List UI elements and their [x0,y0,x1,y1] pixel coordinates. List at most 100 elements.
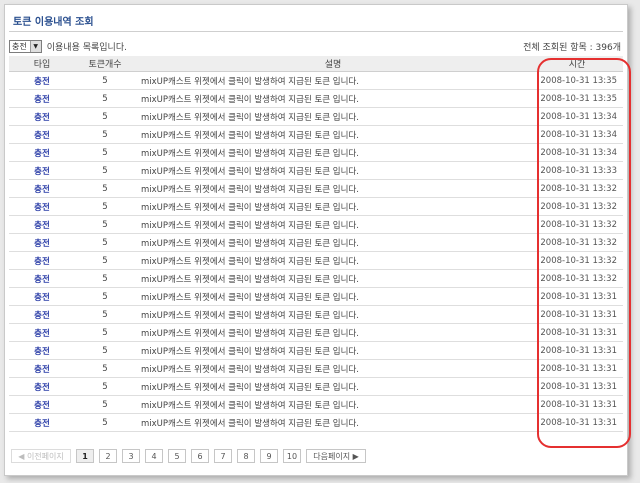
time-cell: 2008-10-31 13:31 [531,413,623,432]
type-cell[interactable]: 충전 [9,395,75,414]
time-cell: 2008-10-31 13:32 [531,251,623,270]
chevron-down-icon[interactable]: ▼ [29,40,41,52]
type-cell[interactable]: 충전 [9,71,75,90]
time-cell: 2008-10-31 13:31 [531,341,623,360]
table-row: 충전 5 mixUP캐스트 위젯에서 클릭이 발생하여 지급된 토큰 입니다. 200… [9,233,623,252]
type-cell[interactable]: 충전 [9,413,75,432]
table-row: 충전 5 mixUP캐스트 위젯에서 클릭이 발생하여 지급된 토큰 입니다. 200… [9,71,623,90]
type-cell[interactable]: 충전 [9,359,75,378]
table-body: 충전 5 mixUP캐스트 위젯에서 클릭이 발생하여 지급된 토큰 입니다. 200… [9,71,623,432]
description-cell: mixUP캐스트 위젯에서 클릭이 발생하여 지급된 토큰 입니다. [135,359,531,378]
description-cell: mixUP캐스트 위젯에서 클릭이 발생하여 지급된 토큰 입니다. [135,107,531,126]
count-cell: 5 [75,359,135,378]
table-row: 충전 5 mixUP캐스트 위젯에서 클릭이 발생하여 지급된 토큰 입니다. 200… [9,377,623,396]
prev-page-button[interactable]: ◀ 이전페이지 [11,449,71,463]
count-cell: 5 [75,269,135,288]
count-cell: 5 [75,215,135,234]
time-cell: 2008-10-31 13:34 [531,125,623,144]
type-cell[interactable]: 충전 [9,89,75,108]
type-cell[interactable]: 충전 [9,323,75,342]
time-cell: 2008-10-31 13:31 [531,359,623,378]
page-button-9[interactable]: 9 [260,449,278,463]
type-cell[interactable]: 충전 [9,107,75,126]
description-cell: mixUP캐스트 위젯에서 클릭이 발생하여 지급된 토큰 입니다. [135,413,531,432]
time-cell: 2008-10-31 13:33 [531,161,623,180]
page-button-3[interactable]: 3 [122,449,140,463]
count-cell: 5 [75,341,135,360]
filter-row: 충전 ▼ 이용내용 목록입니다. [9,39,127,53]
table-row: 충전 5 mixUP캐스트 위젯에서 클릭이 발생하여 지급된 토큰 입니다. 200… [9,269,623,288]
table-row: 충전 5 mixUP캐스트 위젯에서 클릭이 발생하여 지급된 토큰 입니다. 200… [9,305,623,324]
table-row: 충전 5 mixUP캐스트 위젯에서 클릭이 발생하여 지급된 토큰 입니다. 200… [9,215,623,234]
time-cell: 2008-10-31 13:32 [531,215,623,234]
column-header-description: 설명 [135,56,531,72]
type-filter-select[interactable]: 충전 ▼ [9,39,42,53]
description-cell: mixUP캐스트 위젯에서 클릭이 발생하여 지급된 토큰 입니다. [135,161,531,180]
time-cell: 2008-10-31 13:32 [531,179,623,198]
time-cell: 2008-10-31 13:32 [531,269,623,288]
table-header-row: 타입 토큰개수 설명 시간 [9,56,623,72]
description-cell: mixUP캐스트 위젯에서 클릭이 발생하여 지급된 토큰 입니다. [135,71,531,90]
type-cell[interactable]: 충전 [9,269,75,288]
page-button-6[interactable]: 6 [191,449,209,463]
column-header-count: 토큰개수 [75,56,135,72]
page-button-10[interactable]: 10 [283,449,301,463]
count-cell: 5 [75,161,135,180]
count-cell: 5 [75,233,135,252]
page-button-2[interactable]: 2 [99,449,117,463]
type-cell[interactable]: 충전 [9,125,75,144]
type-cell[interactable]: 충전 [9,197,75,216]
table-row: 충전 5 mixUP캐스트 위젯에서 클릭이 발생하여 지급된 토큰 입니다. 200… [9,395,623,414]
count-cell: 5 [75,323,135,342]
type-cell[interactable]: 충전 [9,305,75,324]
type-cell[interactable]: 충전 [9,161,75,180]
page-button-4[interactable]: 4 [145,449,163,463]
page-button-5[interactable]: 5 [168,449,186,463]
type-cell[interactable]: 충전 [9,251,75,270]
type-cell[interactable]: 충전 [9,341,75,360]
count-cell: 5 [75,107,135,126]
table-row: 충전 5 mixUP캐스트 위젯에서 클릭이 발생하여 지급된 토큰 입니다. 200… [9,179,623,198]
usage-table: 타입 토큰개수 설명 시간 충전 5 mixUP캐스트 위젯에서 클릭이 발생하여 … [9,56,623,432]
count-cell: 5 [75,143,135,162]
page-button-1[interactable]: 1 [76,449,94,463]
page-number-list: 1 2 3 4 5 6 7 8 9 10 [76,449,306,463]
count-cell: 5 [75,125,135,144]
count-cell: 5 [75,89,135,108]
type-cell[interactable]: 충전 [9,233,75,252]
time-cell: 2008-10-31 13:35 [531,71,623,90]
page-button-7[interactable]: 7 [214,449,232,463]
table-row: 충전 5 mixUP캐스트 위젯에서 클릭이 발생하여 지급된 토큰 입니다. 200… [9,89,623,108]
column-header-type: 타입 [9,56,75,72]
count-cell: 5 [75,287,135,306]
table-row: 충전 5 mixUP캐스트 위젯에서 클릭이 발생하여 지급된 토큰 입니다. 200… [9,341,623,360]
table-row: 충전 5 mixUP캐스트 위젯에서 클릭이 발생하여 지급된 토큰 입니다. 200… [9,161,623,180]
table-row: 충전 5 mixUP캐스트 위젯에서 클릭이 발생하여 지급된 토큰 입니다. 200… [9,143,623,162]
table-row: 충전 5 mixUP캐스트 위젯에서 클릭이 발생하여 지급된 토큰 입니다. 200… [9,287,623,306]
time-cell: 2008-10-31 13:35 [531,89,623,108]
time-cell: 2008-10-31 13:34 [531,107,623,126]
table-row: 충전 5 mixUP캐스트 위젯에서 클릭이 발생하여 지급된 토큰 입니다. 200… [9,251,623,270]
type-cell[interactable]: 충전 [9,377,75,396]
description-cell: mixUP캐스트 위젯에서 클릭이 발생하여 지급된 토큰 입니다. [135,89,531,108]
next-page-button[interactable]: 다음페이지 ▶ [306,449,366,463]
table-row: 충전 5 mixUP캐스트 위젯에서 클릭이 발생하여 지급된 토큰 입니다. 200… [9,197,623,216]
description-cell: mixUP캐스트 위젯에서 클릭이 발생하여 지급된 토큰 입니다. [135,125,531,144]
filter-label: 이용내용 목록입니다. [46,42,127,53]
count-cell: 5 [75,179,135,198]
type-filter-value: 충전 [12,41,27,51]
type-cell[interactable]: 충전 [9,287,75,306]
title-divider [9,31,623,32]
description-cell: mixUP캐스트 위젯에서 클릭이 발생하여 지급된 토큰 입니다. [135,197,531,216]
count-cell: 5 [75,377,135,396]
time-cell: 2008-10-31 13:32 [531,233,623,252]
type-cell[interactable]: 충전 [9,143,75,162]
page-button-8[interactable]: 8 [237,449,255,463]
count-cell: 5 [75,413,135,432]
type-cell[interactable]: 충전 [9,215,75,234]
time-cell: 2008-10-31 13:31 [531,305,623,324]
table-row: 충전 5 mixUP캐스트 위젯에서 클릭이 발생하여 지급된 토큰 입니다. 200… [9,107,623,126]
token-usage-panel: 토큰 이용내역 조회 충전 ▼ 이용내용 목록입니다. 전체 조회된 항목 : … [4,4,631,476]
type-cell[interactable]: 충전 [9,179,75,198]
description-cell: mixUP캐스트 위젯에서 클릭이 발생하여 지급된 토큰 입니다. [135,377,531,396]
